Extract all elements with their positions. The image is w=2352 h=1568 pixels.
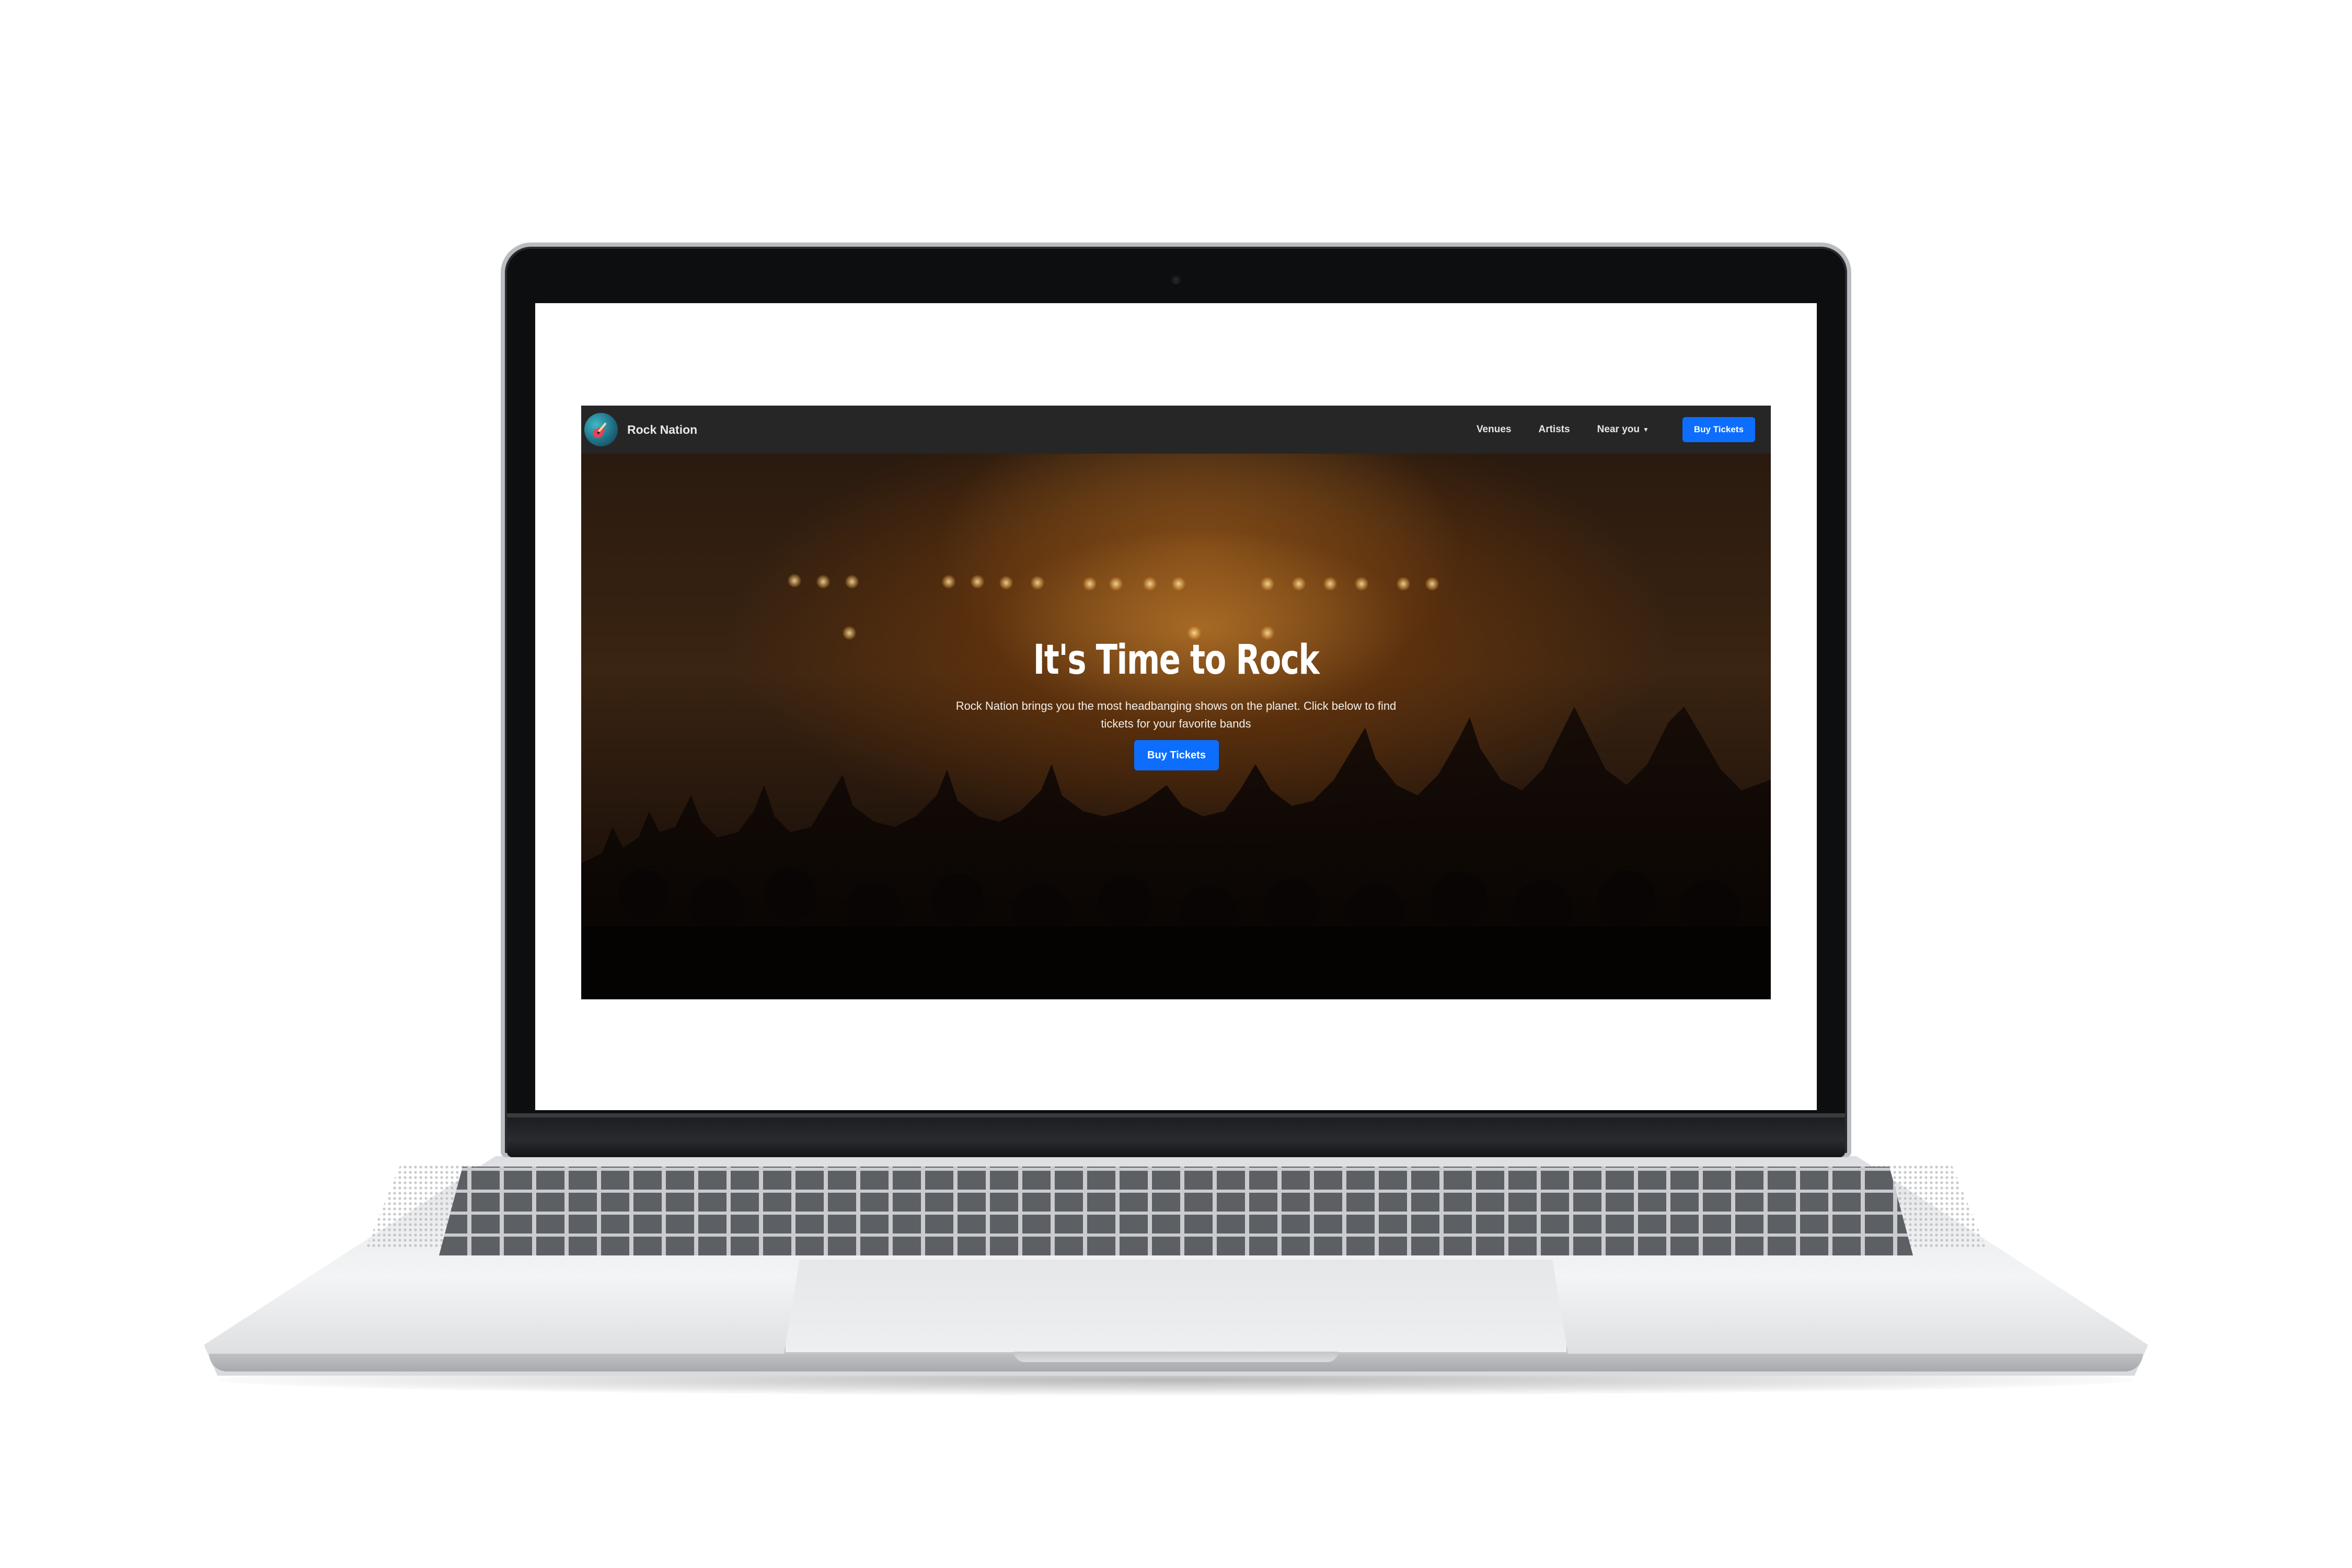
stage-light [1355,577,1368,591]
stage-light [816,575,830,589]
nav-link-artists[interactable]: Artists [1538,424,1570,435]
laptop-screen: Rock Nation Venues Artists Near you ▼ Bu… [535,303,1817,1110]
stage-light [1031,576,1044,590]
hero-title: It's Time to Rock [1033,637,1320,684]
nav-link-venues[interactable]: Venues [1477,424,1512,435]
stage-light [1083,577,1097,591]
stage-light [999,576,1013,590]
navbar: Rock Nation Venues Artists Near you ▼ Bu… [581,406,1771,454]
laptop-hinge [507,1113,1845,1157]
stage-light [1292,577,1306,591]
stage-light [1261,577,1274,591]
stage-light [845,575,859,589]
stage-light [1109,577,1123,591]
nav-buy-tickets-button[interactable]: Buy Tickets [1682,417,1755,442]
stage-light [1425,577,1439,591]
nav-dropdown-near-you[interactable]: Near you ▼ [1597,424,1649,435]
hero-buy-tickets-button[interactable]: Buy Tickets [1134,740,1219,770]
stage-light [1143,577,1157,591]
brand-name: Rock Nation [627,422,698,436]
caret-down-icon: ▼ [1642,426,1649,433]
laptop-opening-notch [1014,1352,1338,1362]
hinge-edge [507,1113,1845,1117]
guitar-icon [584,413,618,446]
hero: It's Time to Rock Rock Nation brings you… [581,454,1771,999]
laptop-keyboard [439,1167,1913,1255]
nav-dropdown-label: Near you [1597,424,1640,435]
hero-subtitle: Rock Nation brings you the most headbang… [955,699,1397,730]
stage-light [788,574,801,587]
stage-light [1323,577,1337,591]
stage-light [1397,577,1410,591]
nav-links: Venues Artists Near you ▼ Buy Tickets [1477,417,1755,442]
stage-light [942,575,955,589]
stage-light [1172,577,1185,591]
website: Rock Nation Venues Artists Near you ▼ Bu… [581,406,1771,999]
webcam [1173,277,1179,283]
stage-light [971,575,984,589]
brand[interactable]: Rock Nation [584,413,697,446]
laptop-trackpad [784,1260,1568,1354]
